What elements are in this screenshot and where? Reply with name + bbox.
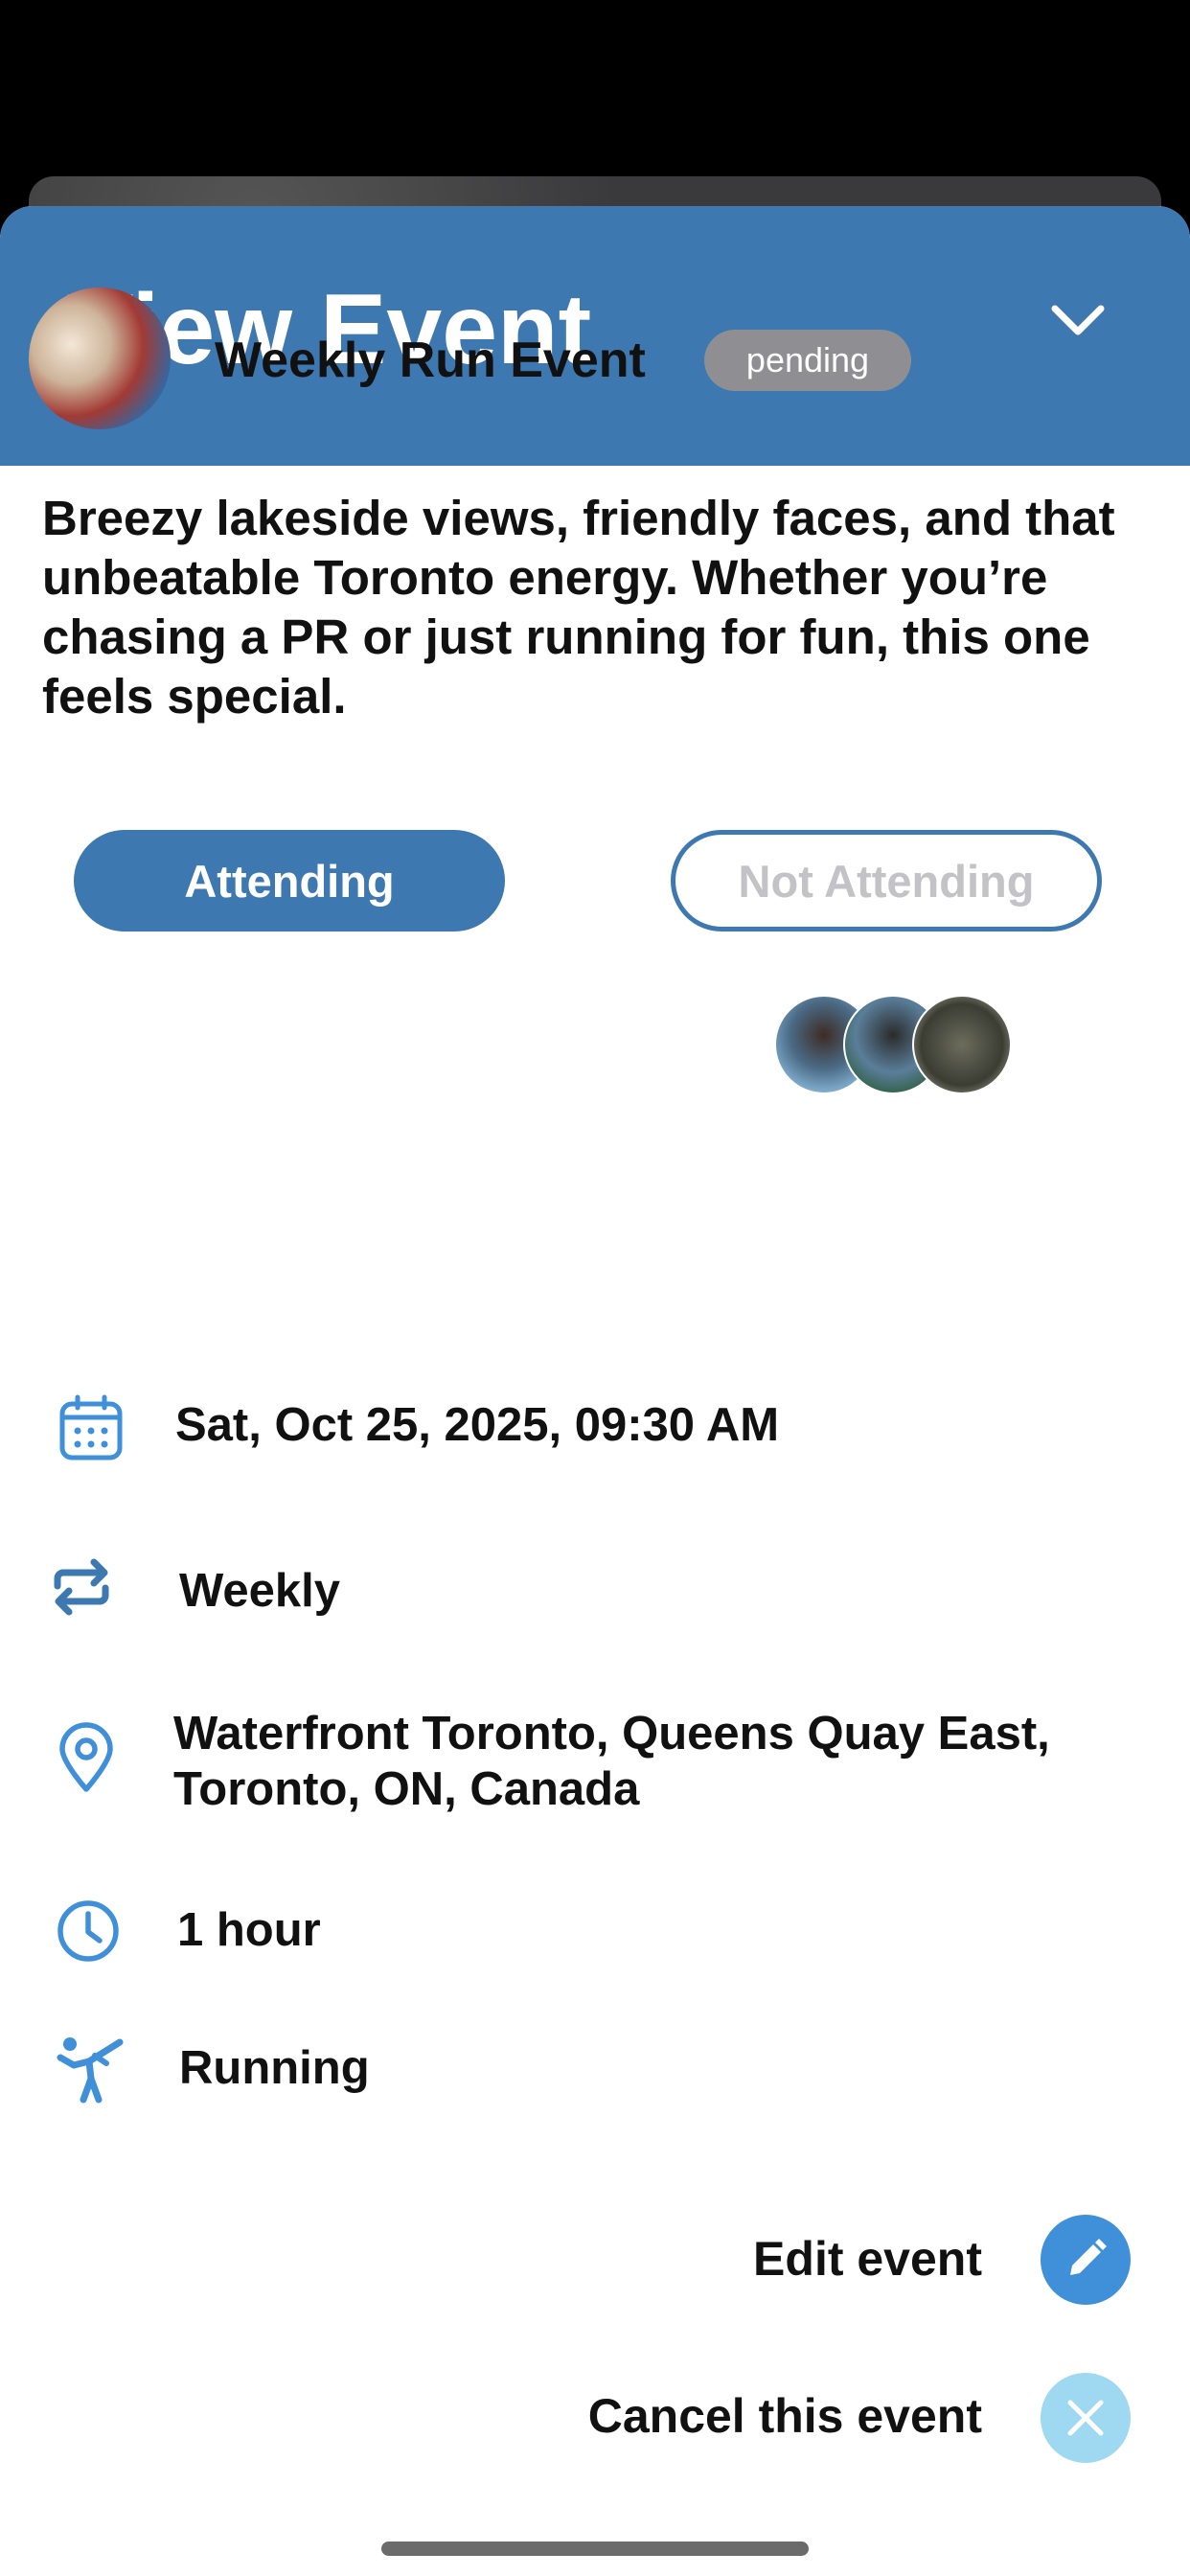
chevron-down-icon: [1051, 305, 1105, 335]
location-pin-icon: [48, 1720, 125, 1797]
running-figure-icon: [53, 2032, 129, 2108]
clock-icon: [50, 1893, 126, 1969]
repeat-icon: [43, 1549, 120, 1625]
edit-event-button[interactable]: [1041, 2215, 1131, 2305]
home-indicator[interactable]: [381, 2542, 809, 2556]
event-avatar: [29, 288, 171, 429]
event-datetime: Sat, Oct 25, 2025, 09:30 AM: [175, 1399, 780, 1451]
calendar-icon: [53, 1390, 129, 1466]
not-attending-button[interactable]: Not Attending: [671, 830, 1102, 932]
status-bar: [0, 0, 1190, 182]
edit-event-label[interactable]: Edit event: [671, 2231, 982, 2287]
cancel-event-button[interactable]: [1041, 2373, 1131, 2463]
event-description: Breezy lakeside views, friendly faces, a…: [42, 491, 1115, 724]
status-badge: pending: [704, 330, 911, 391]
event-title: Weekly Run Event: [215, 333, 646, 388]
event-duration: 1 hour: [177, 1904, 321, 1956]
attending-button[interactable]: Attending: [74, 830, 505, 932]
close-icon: [1067, 2400, 1104, 2436]
pencil-icon: [1070, 2239, 1107, 2275]
cancel-event-label[interactable]: Cancel this event: [537, 2388, 982, 2444]
collapse-button[interactable]: [1044, 292, 1111, 350]
attendee-avatars[interactable]: [774, 995, 1023, 1096]
event-activity: Running: [179, 2042, 370, 2094]
attendee-avatar: [912, 995, 1012, 1094]
event-location-line2: Toronto, ON, Canada: [173, 1763, 640, 1815]
event-recurrence: Weekly: [179, 1565, 340, 1617]
view-event-sheet: View Event Weekly Run Event pending Bree…: [0, 206, 1190, 2576]
event-location-line1: Waterfront Toronto, Queens Quay East,: [173, 1708, 1050, 1760]
